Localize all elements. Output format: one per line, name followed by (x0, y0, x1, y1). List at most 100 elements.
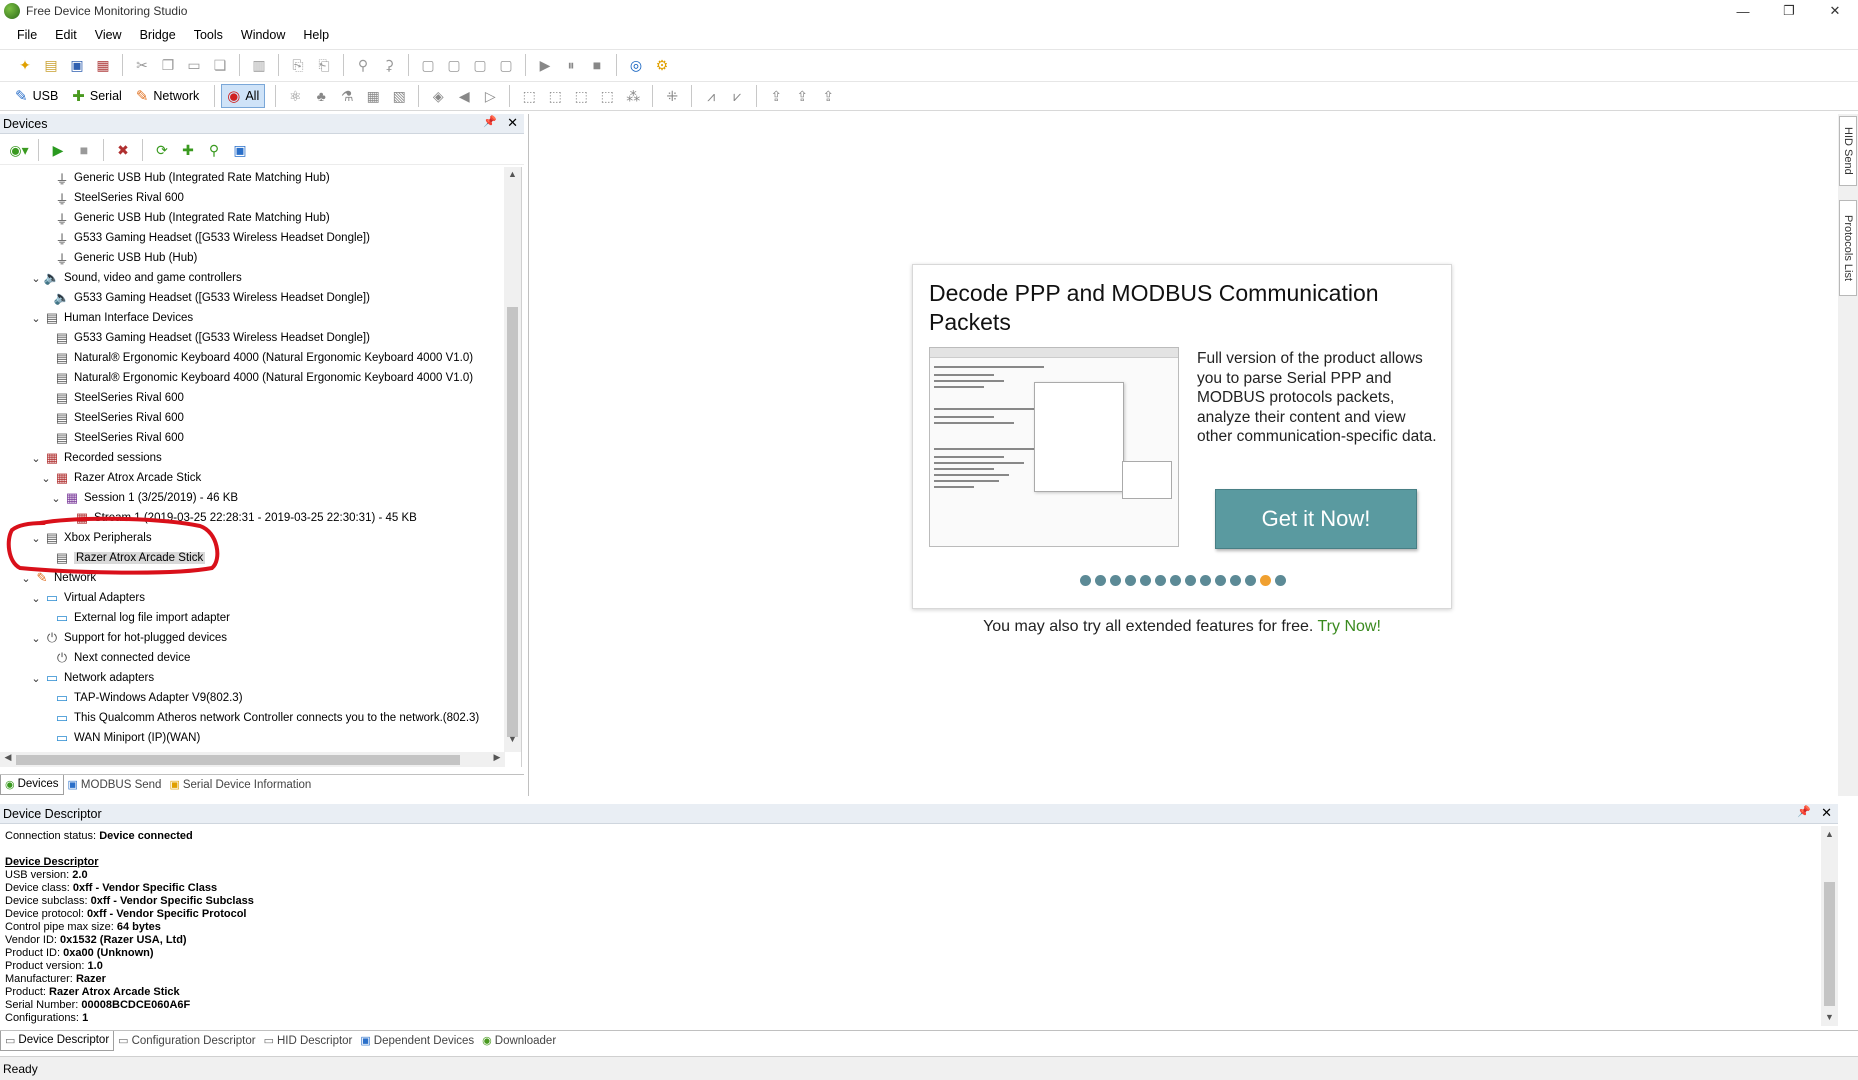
tree-item[interactable]: ▤ Razer Atrox Arcade Stick (40, 548, 206, 568)
tree-item[interactable]: ⌄ ▦ Recorded sessions (30, 448, 161, 468)
carousel-dot[interactable] (1095, 575, 1106, 586)
usb-filter-button[interactable]: ✎ USB (10, 84, 63, 108)
tree-item[interactable]: 🔈 G533 Gaming Headset ([G533 Wireless Hea… (40, 288, 370, 308)
view-2-icon[interactable]: ▢ (443, 54, 465, 76)
tree-item[interactable]: ⌄ 🔈 Sound, video and game controllers (30, 268, 241, 288)
scroll-up-icon[interactable]: ▲ (504, 169, 521, 185)
forward-icon[interactable]: ▷ (479, 85, 501, 107)
carousel-dot[interactable] (1245, 575, 1256, 586)
carousel-dot[interactable] (1140, 575, 1151, 586)
tree-item[interactable]: ⌄ ✎ Network (20, 568, 96, 588)
settings-icon[interactable]: ⚙ (651, 54, 673, 76)
refresh-icon[interactable]: ⟳ (151, 139, 173, 161)
all-filter-button[interactable]: ◉ All (221, 84, 266, 108)
stop-icon[interactable]: ■ (586, 54, 608, 76)
carousel-dot[interactable] (1125, 575, 1136, 586)
tree-item[interactable]: ▤ SteelSeries Rival 600 (40, 408, 184, 428)
select-3-icon[interactable]: ⬚ (570, 85, 592, 107)
expand-chevron-icon[interactable]: ⌄ (40, 472, 52, 485)
pause-icon[interactable]: ⏸ (560, 54, 582, 76)
carousel-dot[interactable] (1155, 575, 1166, 586)
carousel-dot[interactable] (1170, 575, 1181, 586)
select-4-icon[interactable]: ⬚ (596, 85, 618, 107)
tree-item[interactable]: ▭ TAP-Windows Adapter V9(802.3) (40, 688, 243, 708)
carousel-dot[interactable] (1185, 575, 1196, 586)
menu-file[interactable]: File (8, 28, 46, 42)
expand-chevron-icon[interactable]: ⌄ (30, 672, 42, 685)
tree-horizontal-scrollbar[interactable]: ◀ ▶ (0, 752, 505, 767)
export-2-icon[interactable]: ⇪ (791, 85, 813, 107)
tree-item[interactable]: ⏻ Next connected device (40, 648, 191, 668)
tree-item[interactable]: ▭ This Qualcomm Atheros network Controlle… (40, 708, 479, 728)
chart-2-icon[interactable]: ⩗ (726, 85, 748, 107)
descriptor-scrollbar[interactable]: ▲ ▼ (1821, 826, 1838, 1026)
view-3-icon[interactable]: ▢ (469, 54, 491, 76)
tab-devices[interactable]: ◉ Devices (0, 774, 64, 795)
tree-item[interactable]: ⏚ Generic USB Hub (Hub) (40, 248, 197, 268)
group-icon[interactable]: ⁂ (622, 85, 644, 107)
tree-item[interactable]: ⏚ SteelSeries Rival 600 (40, 188, 183, 208)
view-1-icon[interactable]: ▢ (417, 54, 439, 76)
export-1-icon[interactable]: ⇪ (765, 85, 787, 107)
stop-session-icon[interactable]: ■ (73, 139, 95, 161)
tab-dependent-devices[interactable]: ▣ Dependent Devices (356, 1031, 478, 1051)
save-icon[interactable]: ▣ (66, 54, 88, 76)
menu-window[interactable]: Window (232, 28, 294, 42)
split-icon[interactable]: ▧ (388, 85, 410, 107)
filter-clear-icon[interactable]: ⚳ (378, 54, 400, 76)
tab-hid-descriptor[interactable]: ▭ HID Descriptor (260, 1031, 357, 1051)
tab-hid-send[interactable]: HID Send (1839, 116, 1857, 186)
carousel-dot[interactable] (1260, 575, 1271, 586)
select-1-icon[interactable]: ⬚ (518, 85, 540, 107)
select-2-icon[interactable]: ⬚ (544, 85, 566, 107)
expand-chevron-icon[interactable]: ⌄ (30, 592, 42, 605)
tab-protocols-list[interactable]: Protocols List (1839, 200, 1857, 296)
carousel-dot[interactable] (1215, 575, 1226, 586)
scroll-down-icon[interactable]: ▼ (504, 734, 521, 750)
carousel-dot[interactable] (1200, 575, 1211, 586)
menu-edit[interactable]: Edit (46, 28, 86, 42)
tab-downloader[interactable]: ◉ Downloader (478, 1031, 560, 1051)
tree-item[interactable]: ⏚ G533 Gaming Headset ([G533 Wireless Hea… (40, 228, 369, 248)
wizard-icon[interactable]: ⚗ (336, 85, 358, 107)
start-session-icon[interactable]: ▶ (47, 139, 69, 161)
scroll-thumb[interactable] (1824, 882, 1835, 1006)
tree-item[interactable]: ⌄ ▭ Network adapters (30, 668, 154, 688)
expand-chevron-icon[interactable]: ⌄ (50, 492, 62, 505)
hscroll-thumb[interactable] (16, 755, 460, 765)
tree-item[interactable]: ⌄ ▤ Human Interface Devices (30, 308, 193, 328)
pin-icon[interactable]: 📌 (1797, 805, 1811, 821)
tree-item[interactable]: ⌄ ▦ Session 1 (3/25/2019) - 46 KB (50, 488, 238, 508)
tree-item[interactable]: ▤ SteelSeries Rival 600 (40, 428, 184, 448)
spread-icon[interactable]: ⁜ (661, 85, 683, 107)
close-window-button[interactable]: ✕ (1812, 0, 1858, 22)
scroll-right-icon[interactable]: ▶ (490, 752, 504, 763)
tree-vertical-scrollbar[interactable]: ▲ ▼ (504, 167, 521, 752)
options-icon[interactable]: ◎ (625, 54, 647, 76)
delete-icon[interactable]: ✖ (112, 139, 134, 161)
plugin-icon[interactable]: ✚ (177, 139, 199, 161)
tree-item[interactable]: ▭ WAN Miniport (IP)(WAN) (40, 728, 200, 748)
tree-item[interactable]: ▤ Natural® Ergonomic Keyboard 4000 (Natur… (40, 348, 473, 368)
tree-item[interactable]: ▦ Stream 1 (2019-03-25 22:28:31 - 2019-03… (60, 508, 417, 528)
export-icon[interactable]: ⎘ (287, 54, 309, 76)
tree-item[interactable]: ▤ SteelSeries Rival 600 (40, 388, 184, 408)
maximize-button[interactable]: ❐ (1766, 0, 1812, 22)
expand-chevron-icon[interactable]: ⌄ (20, 572, 32, 585)
expand-chevron-icon[interactable]: ⌄ (30, 632, 42, 645)
carousel-dot[interactable] (1080, 575, 1091, 586)
network-filter-button[interactable]: ✎ Network (131, 84, 204, 108)
export-3-icon[interactable]: ⇪ (817, 85, 839, 107)
scroll-left-icon[interactable]: ◀ (1, 752, 15, 763)
minimize-button[interactable]: — (1720, 0, 1766, 22)
tree-item[interactable]: ⌄ ▦ Razer Atrox Arcade Stick (40, 468, 201, 488)
new-session-icon[interactable]: ✦ (14, 54, 36, 76)
record-icon[interactable]: ◈ (427, 85, 449, 107)
menu-view[interactable]: View (86, 28, 131, 42)
close-panel-icon[interactable]: ✕ (1821, 805, 1832, 821)
scroll-up-icon[interactable]: ▲ (1821, 828, 1838, 841)
close-panel-icon[interactable]: ✕ (507, 115, 518, 131)
device-tree[interactable]: ⏚ Generic USB Hub (Integrated Rate Matchi… (0, 167, 522, 767)
tab-device-descriptor[interactable]: ▭ Device Descriptor (0, 1030, 115, 1051)
tree-item[interactable]: ⌄ ⏻ Support for hot-plugged devices (30, 628, 227, 648)
